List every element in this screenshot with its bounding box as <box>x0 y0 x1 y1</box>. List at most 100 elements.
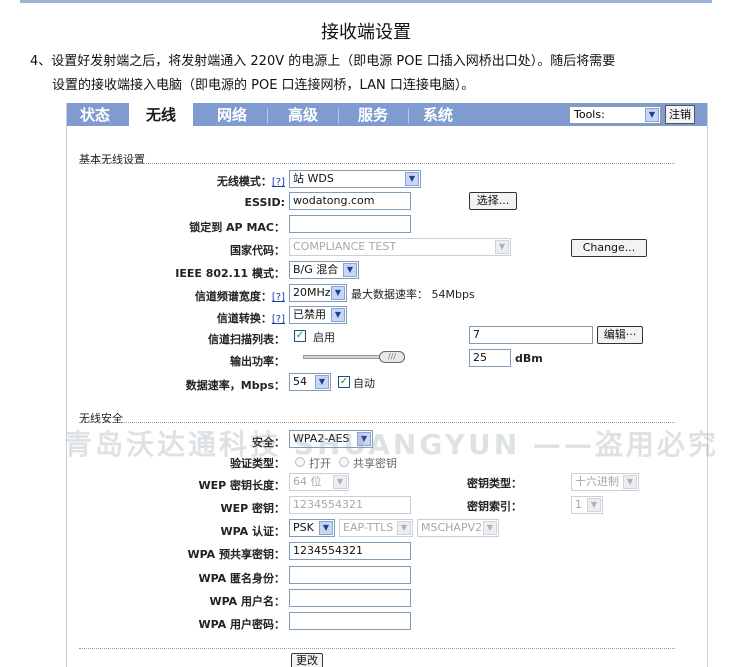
wpa-auth-value: PSK <box>293 521 314 534</box>
chevron-down-icon: ▼ <box>645 108 659 122</box>
help-link-channel-shift[interactable]: [?] <box>272 314 285 325</box>
chevron-down-icon: ▼ <box>495 240 509 254</box>
chevron-down-icon: ▼ <box>319 521 333 535</box>
wireless-mode-label: 无线模式：[?] <box>216 175 285 188</box>
chevron-down-icon: ▼ <box>343 263 357 277</box>
document-instructions: 4、设置好发射端之后，将发射端通入 220V 的电源上（即电源 POE 口插入网… <box>30 50 720 98</box>
data-rate-value: 54 <box>293 375 307 388</box>
country-code-value: COMPLIANCE TEST <box>293 240 397 253</box>
inner-auth-select[interactable]: MSCHAPV2 ▼ <box>417 519 499 537</box>
data-rate-select[interactable]: 54 ▼ <box>289 373 331 391</box>
data-rate-auto-checkbox[interactable]: ✓ <box>338 376 350 388</box>
wep-key-input[interactable]: 1234554321 <box>289 496 411 514</box>
eap-method-select[interactable]: EAP-TTLS ▼ <box>339 519 413 537</box>
eap-method-value: EAP-TTLS <box>343 521 394 534</box>
section-title-wireless-security: 无线安全 <box>79 412 123 425</box>
ieee-mode-label: IEEE 802.11 模式： <box>175 267 285 280</box>
logout-button[interactable]: 注销 <box>665 105 695 124</box>
submit-change-button[interactable]: 更改 <box>291 653 323 667</box>
scan-list-enable-label: 启用 <box>313 331 335 344</box>
tab-advanced[interactable]: 高级 <box>269 103 337 128</box>
wpa-username-input[interactable] <box>289 589 411 607</box>
auth-type-label: 验证类型： <box>230 457 285 470</box>
instruction-line-1: 4、设置好发射端之后，将发射端通入 220V 的电源上（即电源 POE 口插入网… <box>30 54 616 69</box>
essid-label: ESSID: <box>244 196 286 209</box>
wpa-password-input[interactable] <box>289 612 411 630</box>
key-type-select[interactable]: 十六进制 ▼ <box>571 473 639 491</box>
change-country-button[interactable]: Change... <box>571 239 647 257</box>
tools-dropdown-value: Tools: <box>574 108 605 121</box>
security-label: 安全： <box>252 436 285 449</box>
channel-shift-select[interactable]: 已禁用 ▼ <box>289 306 347 324</box>
section-title-basic-wireless: 基本无线设置 <box>79 153 145 166</box>
wpa-psk-label: WPA 预共享密钥： <box>187 548 285 561</box>
chevron-down-icon: ▼ <box>483 521 497 535</box>
channel-shift-value: 已禁用 <box>293 308 326 321</box>
inner-auth-value: MSCHAPV2 <box>421 521 483 534</box>
chevron-down-icon: ▼ <box>587 498 601 512</box>
auth-shared-radio[interactable] <box>339 457 349 467</box>
key-type-label: 密钥类型： <box>467 477 522 490</box>
tab-wireless[interactable]: 无线 <box>129 103 193 130</box>
wep-key-length-value: 64 位 <box>293 475 322 488</box>
lock-ap-mac-input[interactable] <box>289 215 411 233</box>
security-value: WPA2-AES <box>293 432 350 445</box>
scan-list-label: 信道扫描列表： <box>208 333 285 346</box>
main-nav-bar: 状态 无线 网络 高级 服务 系统 Tools: ▼ 注销 <box>67 103 707 130</box>
data-rate-label: 数据速率，Mbps： <box>185 379 285 392</box>
help-link-channel-width[interactable]: [?] <box>272 292 285 303</box>
wireless-mode-select[interactable]: 站 WDS ▼ <box>289 170 421 188</box>
output-power-slider-handle[interactable]: /// <box>379 351 405 363</box>
lock-ap-mac-label: 锁定到 AP MAC： <box>189 221 285 234</box>
scan-list-enable-checkbox[interactable]: ✓ <box>294 330 306 342</box>
key-type-value: 十六进制 <box>575 475 619 488</box>
tab-separator <box>267 108 268 124</box>
wpa-password-label: WPA 用户密码： <box>198 618 285 631</box>
chevron-down-icon: ▼ <box>315 375 329 389</box>
country-code-select[interactable]: COMPLIANCE TEST ▼ <box>289 238 511 256</box>
wpa-auth-select[interactable]: PSK ▼ <box>289 519 335 537</box>
chevron-down-icon: ▼ <box>623 475 637 489</box>
document-title: 接收端设置 <box>321 22 411 43</box>
form-footer-divider <box>79 648 675 649</box>
data-rate-auto-label: 自动 <box>353 377 375 390</box>
tools-dropdown[interactable]: Tools: ▼ <box>569 106 661 124</box>
section-divider <box>79 422 675 423</box>
auth-open-label: 打开 <box>309 457 331 470</box>
key-index-label: 密钥索引： <box>467 500 522 513</box>
tab-network[interactable]: 网络 <box>199 103 265 128</box>
chevron-down-icon: ▼ <box>333 475 347 489</box>
wpa-psk-input[interactable]: 1234554321 <box>289 542 411 560</box>
tab-status[interactable]: 状态 <box>67 103 123 128</box>
channel-width-label: 信道频谱宽度：[?] <box>194 290 285 303</box>
edit-scan-list-button[interactable]: 编辑··· <box>597 326 643 344</box>
section-divider <box>79 163 675 164</box>
tab-system[interactable]: 系统 <box>409 103 467 128</box>
output-power-label: 输出功率： <box>230 355 285 368</box>
output-power-unit: dBm <box>515 352 543 365</box>
output-power-input[interactable]: 25 <box>469 349 511 367</box>
auth-open-radio[interactable] <box>295 457 305 467</box>
chevron-down-icon: ▼ <box>331 286 345 300</box>
max-data-rate-text: 最大数据速率： 54Mbps <box>351 288 475 301</box>
help-link-wireless-mode[interactable]: [?] <box>272 177 285 188</box>
wpa-anon-identity-label: WPA 匿名身份： <box>198 572 285 585</box>
select-essid-button[interactable]: 选择... <box>469 192 517 210</box>
key-index-select[interactable]: 1 ▼ <box>571 496 603 514</box>
ieee-mode-select[interactable]: B/G 混合 ▼ <box>289 261 359 279</box>
scan-list-input[interactable]: 7 <box>469 326 593 344</box>
country-code-label: 国家代码： <box>230 244 285 257</box>
wep-key-length-select[interactable]: 64 位 ▼ <box>289 473 349 491</box>
key-index-value: 1 <box>575 498 582 511</box>
wireless-mode-value: 站 WDS <box>293 172 334 185</box>
channel-width-select[interactable]: 20MHz ▼ <box>289 284 347 302</box>
channel-width-value: 20MHz <box>293 286 331 299</box>
essid-input[interactable]: wodatong.com <box>289 192 411 210</box>
wpa-auth-label: WPA 认证： <box>220 525 285 538</box>
chevron-down-icon: ▼ <box>331 308 345 322</box>
wpa-username-label: WPA 用户名： <box>209 595 285 608</box>
top-divider <box>20 0 712 3</box>
security-select[interactable]: WPA2-AES ▼ <box>289 430 373 448</box>
wpa-anon-identity-input[interactable] <box>289 566 411 584</box>
tab-services[interactable]: 服务 <box>339 103 407 128</box>
